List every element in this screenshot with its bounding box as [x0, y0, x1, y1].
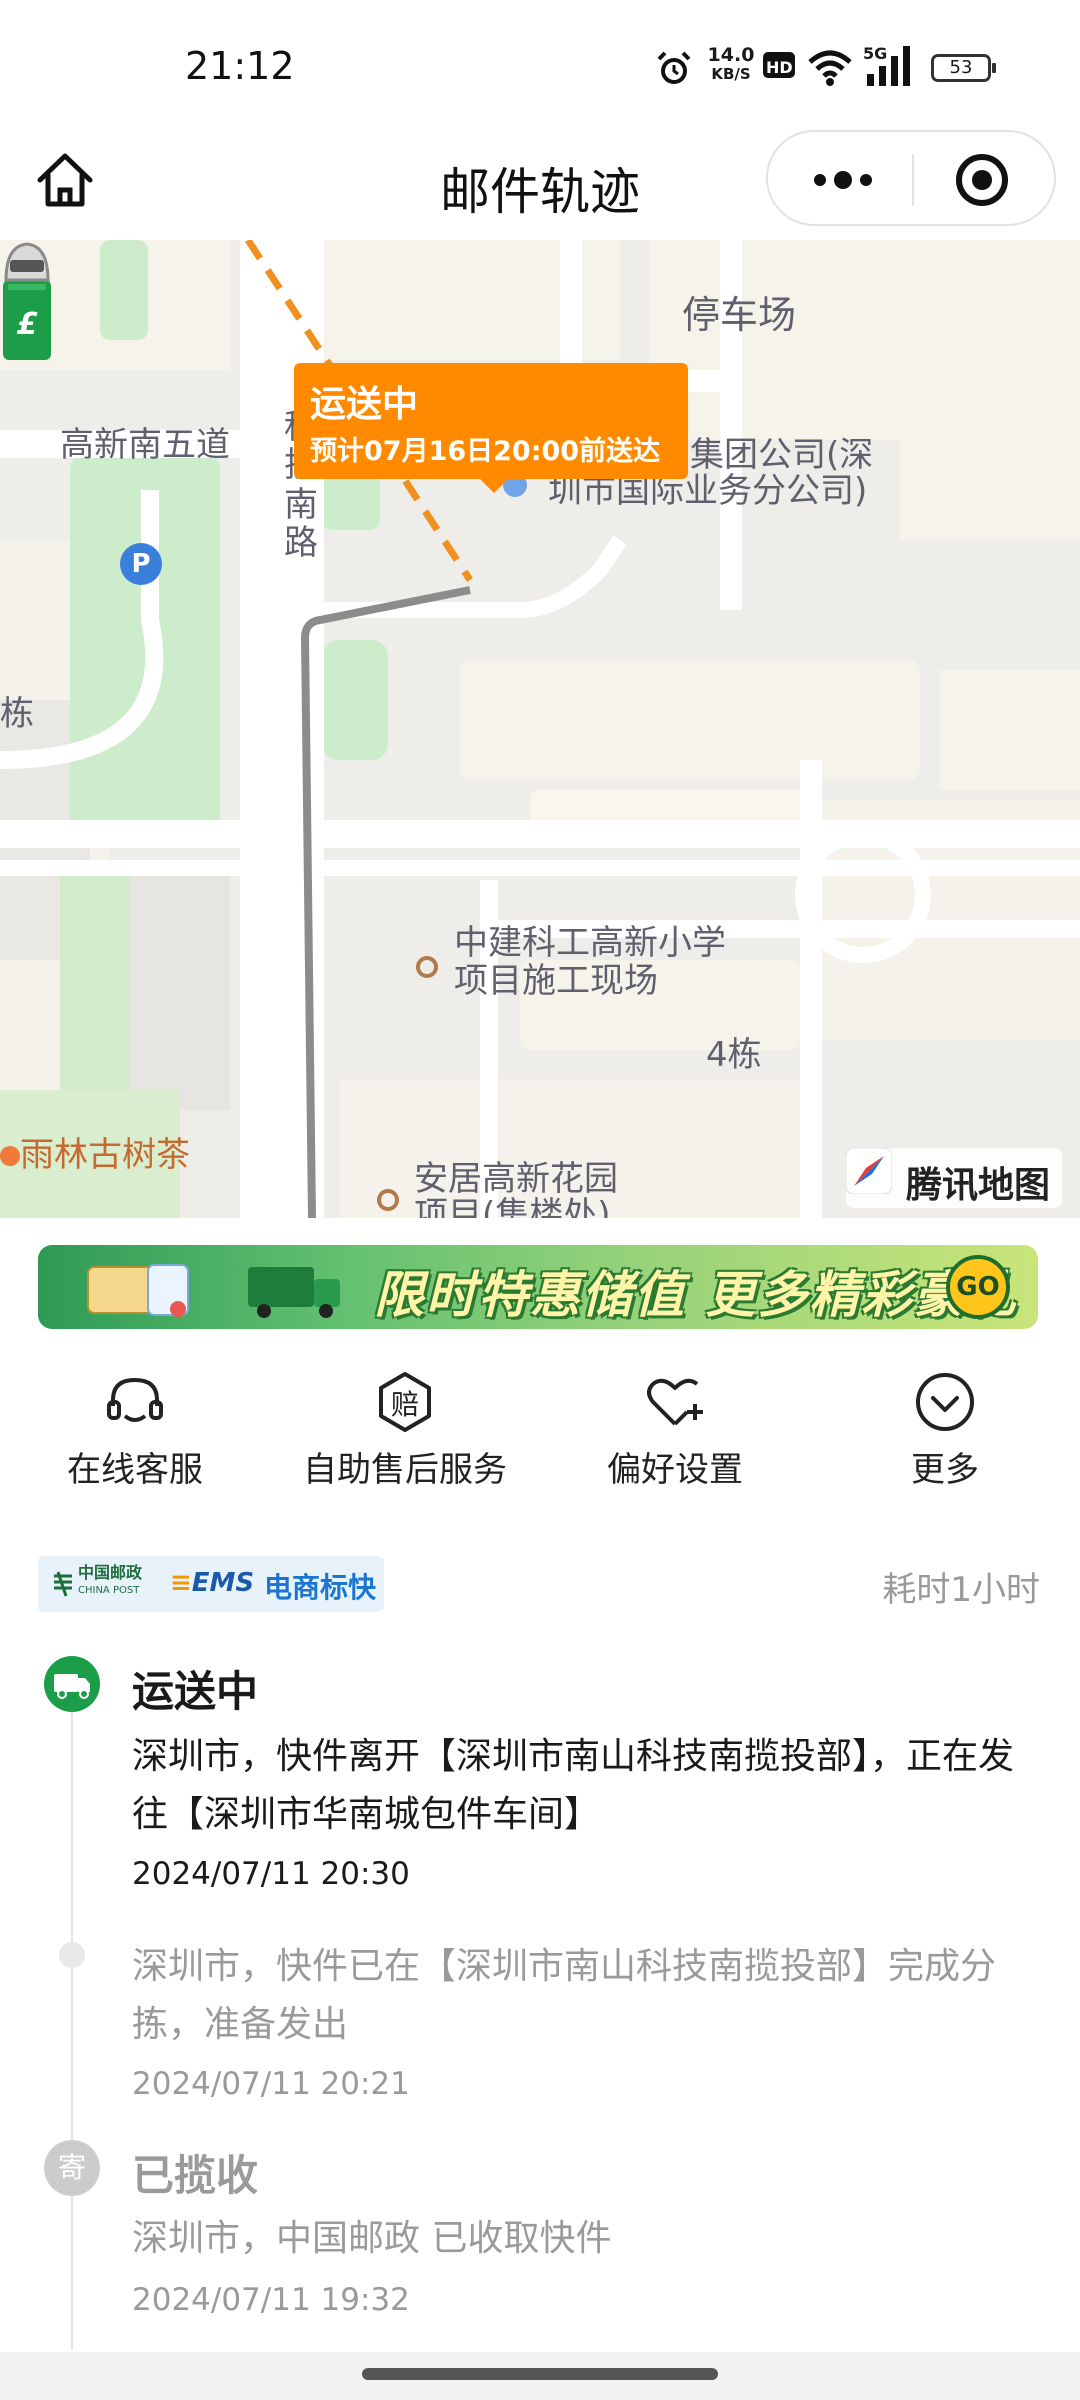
tencent-map-icon: [846, 1148, 892, 1194]
status-icons: 14.0 KB/S HD 5G 53: [655, 40, 1015, 100]
heart-plus-icon: [647, 1378, 703, 1426]
event-time: 2024/07/11 20:30: [132, 1856, 410, 1892]
event-description: 深圳市，中国邮政 已收取快件: [132, 2218, 612, 2259]
headset-icon: [107, 1377, 163, 1422]
nav-bar: 邮件轨迹: [0, 130, 1080, 240]
after-sales-button[interactable]: 赔 自助售后服务: [270, 1360, 540, 1510]
map-label-building-4: 4栋: [706, 1035, 762, 1075]
home-gesture-bar[interactable]: [362, 2368, 718, 2380]
event-status: 运送中: [132, 1667, 259, 1716]
event-status: 已揽收: [132, 2151, 259, 2200]
brand-post-en: CHINA POST: [78, 1585, 140, 1596]
action-label: 在线客服: [67, 1450, 203, 1490]
status-bar: 21:12 14.0 KB/S HD 5G 53: [0, 0, 1080, 130]
delivery-truck-icon: £: [3, 242, 51, 360]
banner-text: 限时特惠储值 更多精彩豪礼: [374, 1266, 1018, 1324]
action-label: 自助售后服务: [303, 1450, 507, 1490]
status-time: 21:12: [185, 44, 295, 88]
timeline-dot: [59, 1942, 85, 1968]
bubble-title: 运送中: [310, 384, 419, 425]
map-label-road-vertical-3: 南: [284, 485, 318, 525]
miniprogram-capsule: [766, 130, 1056, 226]
chevron-down-circle-icon: [916, 1373, 974, 1431]
map-label-tea: 雨林古树茶: [20, 1135, 190, 1175]
svg-text:£: £: [17, 307, 38, 342]
delivery-status-bubble[interactable]: 运送中 预计07月16日20:00前送达: [294, 363, 688, 493]
timeline-line: [71, 1690, 73, 2350]
china-post-logo-text: 中国邮政 CHINA POST: [78, 1564, 142, 1600]
banner-go-button[interactable]: GO: [946, 1255, 1010, 1319]
map-label-company-1: 集团公司(深: [690, 435, 874, 475]
ems-logo-text: EMS: [191, 1568, 255, 1598]
action-label: 偏好设置: [607, 1450, 743, 1490]
map-label-building-left: 栋: [0, 694, 34, 734]
event-time: 2024/07/11 20:21: [132, 2066, 410, 2102]
parking-pin: P: [120, 543, 162, 585]
more-dots-icon[interactable]: [808, 162, 878, 198]
bubble-eta: 预计07月16日20:00前送达: [310, 436, 661, 467]
tencent-map-logo: 腾讯地图: [846, 1148, 1062, 1208]
event-description: 深圳市，快件已在【深圳市南山科技南揽投部】完成分拣，准备发出: [132, 1946, 997, 2045]
action-label: 更多: [911, 1450, 979, 1490]
battery-icon: 53: [931, 54, 996, 82]
network-type: 5G: [863, 44, 888, 63]
alarm-icon: [657, 51, 691, 84]
net-speed-value: 14.0: [707, 44, 755, 66]
map-label-road-vertical-4: 路: [284, 523, 318, 563]
map-provider: 腾讯地图: [906, 1165, 1051, 1206]
preference-settings-button[interactable]: 偏好设置: [540, 1360, 810, 1510]
capsule-divider: [912, 154, 914, 206]
green-truck-icon: [248, 1267, 340, 1318]
compensation-icon-text: 赔: [390, 1388, 419, 1421]
in-transit-node-icon: [44, 1656, 100, 1712]
wifi-icon: [808, 50, 852, 86]
target-close-icon[interactable]: [954, 152, 1010, 208]
map-label-school-1: 中建科工高新小学: [454, 923, 726, 963]
truck-node-icon: [54, 1674, 90, 1699]
elapsed-duration: 耗时1小时: [882, 1570, 1040, 1610]
map-label-residence-2: 项目(集楼处): [414, 1195, 611, 1218]
online-service-button[interactable]: 在线客服: [0, 1360, 270, 1510]
map-label-school-2: 项目施工现场: [454, 961, 658, 1001]
signal-5g-icon: 5G: [863, 44, 921, 88]
event-time: 2024/07/11 19:32: [132, 2282, 410, 2318]
ems-logo: ≡EMS: [170, 1568, 255, 1598]
action-row: 在线客服 赔 自助售后服务 偏好设置 更多: [0, 1360, 1080, 1510]
carrier-badge: 中国邮政 CHINA POST ≡EMS 电商标快: [38, 1556, 384, 1612]
event-description: 深圳市，快件离开【深圳市南山科技南揽投部】，正在发往【深圳市华南城包件车间】: [132, 1736, 1015, 1835]
net-speed-unit: KB/S: [711, 65, 751, 83]
net-speed: 14.0 KB/S: [705, 46, 757, 84]
brand-post-name: 中国邮政: [78, 1563, 143, 1582]
china-post-logo-icon: [54, 1571, 72, 1597]
hd-icon: HD: [763, 52, 795, 78]
service-type: 电商标快: [264, 1571, 377, 1604]
collected-node-icon: 寄: [44, 2140, 100, 2196]
compensation-icon: 赔: [373, 1370, 437, 1434]
map-label-residence-1: 安居高新花园: [414, 1159, 618, 1199]
more-button[interactable]: 更多: [810, 1360, 1080, 1510]
tracking-map[interactable]: P 停车场 高新南五道 科 技 南 路 集团公司(深 圳市国际业务分公司) 栋 …: [0, 240, 1080, 1218]
map-label-road: 高新南五道: [60, 425, 230, 465]
promo-banner[interactable]: 限时特惠储值 更多精彩豪礼 GO: [38, 1245, 1038, 1329]
map-label-parking: 停车场: [682, 293, 797, 337]
gift-card-icon: [87, 1264, 189, 1317]
